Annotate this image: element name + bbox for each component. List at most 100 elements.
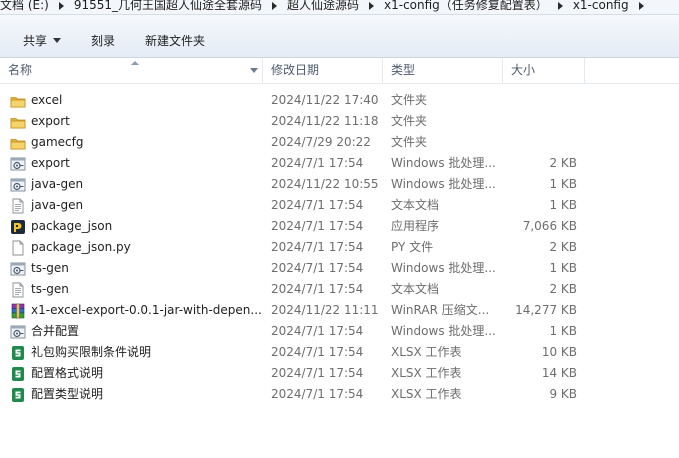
file-type: PY 文件: [391, 240, 434, 254]
file-type: 文件夹: [391, 135, 428, 149]
column-header-date-label: 修改日期: [271, 63, 320, 77]
file-row[interactable]: 配置格式说明 2024/7/1 17:54 XLSX 工作表 14 KB: [0, 363, 679, 384]
folder-icon: [10, 135, 26, 151]
file-date: 2024/7/29 20:22: [271, 135, 371, 149]
breadcrumb-item-project[interactable]: 91551_几何王国超人仙途全套源码: [74, 0, 268, 14]
file-type: Windows 批处理...: [391, 177, 496, 191]
file-type: 应用程序: [391, 219, 440, 233]
file-row[interactable]: 礼包购买限制条件说明 2024/7/1 17:54 XLSX 工作表 10 KB: [0, 342, 679, 363]
file-size: 14,277 KB: [515, 303, 577, 317]
breadcrumb: 文档 (E:) 91551_几何王国超人仙途全套源码 超人仙途源码 x1-config…: [0, 0, 654, 14]
text-file-icon: [10, 198, 26, 214]
column-header-type[interactable]: 类型: [383, 58, 503, 83]
file-row[interactable]: x1-excel-export-0.0.1-jar-with-depen... …: [0, 300, 679, 321]
py-file-icon: [10, 240, 26, 256]
file-name: export: [31, 156, 70, 170]
file-size: 2 KB: [549, 282, 577, 296]
file-name: package_json: [31, 219, 113, 233]
column-header-type-label: 类型: [391, 63, 416, 77]
xlsx-file-icon: [10, 387, 26, 403]
file-name: 合并配置: [31, 324, 80, 338]
file-date: 2024/7/1 17:54: [271, 156, 364, 170]
column-header-row: 名称 修改日期 类型 大小: [0, 58, 679, 84]
command-toolbar: 共享 刻录 新建文件夹: [0, 15, 679, 58]
file-row[interactable]: ts-gen 2024/7/1 17:54 文本文档 2 KB: [0, 279, 679, 300]
column-header-name-label: 名称: [8, 63, 33, 77]
file-date: 2024/11/22 17:40: [271, 93, 379, 107]
file-type: WinRAR 压缩文...: [391, 303, 490, 317]
file-date: 2024/7/1 17:54: [271, 345, 364, 359]
file-name: 礼包购买限制条件说明: [31, 345, 152, 359]
file-name: 配置类型说明: [31, 387, 104, 401]
share-button[interactable]: 共享: [23, 15, 62, 57]
breadcrumb-item-config-parent[interactable]: x1-config（任务修复配置表）: [384, 0, 554, 14]
breadcrumb-chevron-icon[interactable]: [557, 1, 563, 10]
file-size: [505, 132, 577, 153]
folder-icon: [10, 93, 26, 109]
file-date: 2024/7/1 17:54: [271, 387, 364, 401]
file-size: 1 KB: [549, 177, 577, 191]
file-date: 2024/7/1 17:54: [271, 219, 364, 233]
file-row[interactable]: package_json 2024/7/1 17:54 应用程序 7,066 K…: [0, 216, 679, 237]
file-name: x1-excel-export-0.0.1-jar-with-depen...: [31, 303, 261, 317]
file-name: 配置格式说明: [31, 366, 104, 380]
file-name: export: [31, 114, 70, 128]
file-name: java-gen: [31, 198, 84, 212]
file-row[interactable]: java-gen 2024/7/1 17:54 文本文档 1 KB: [0, 195, 679, 216]
breadcrumb-chevron-icon[interactable]: [369, 1, 375, 10]
file-row[interactable]: package_json.py 2024/7/1 17:54 PY 文件 2 K…: [0, 237, 679, 258]
breadcrumb-item-source[interactable]: 超人仙途源码: [287, 0, 365, 14]
file-type: XLSX 工作表: [391, 366, 462, 380]
xlsx-file-icon: [10, 366, 26, 382]
file-size: 7,066 KB: [522, 219, 577, 233]
breadcrumb-chevron-icon[interactable]: [58, 1, 64, 10]
text-file-icon: [10, 282, 26, 298]
file-row[interactable]: 配置类型说明 2024/7/1 17:54 XLSX 工作表 9 KB: [0, 384, 679, 405]
file-size: 10 KB: [541, 345, 577, 359]
batch-file-icon: [10, 261, 26, 277]
file-row[interactable]: export 2024/11/22 11:18 文件夹: [0, 111, 679, 132]
file-date: 2024/7/1 17:54: [271, 261, 364, 275]
file-type: XLSX 工作表: [391, 345, 462, 359]
sort-ascending-icon: [131, 61, 139, 65]
burn-button[interactable]: 刻录: [91, 15, 115, 57]
breadcrumb-chevron-icon[interactable]: [638, 1, 644, 10]
breadcrumb-item-current[interactable]: x1-config: [573, 0, 635, 14]
file-size: 14 KB: [541, 366, 577, 380]
folder-icon: [10, 114, 26, 130]
batch-file-icon: [10, 324, 26, 340]
file-row[interactable]: ts-gen 2024/7/1 17:54 Windows 批处理... 1 K…: [0, 258, 679, 279]
file-size: [505, 90, 577, 111]
file-name: gamecfg: [31, 135, 84, 149]
application-icon: [10, 219, 26, 235]
winrar-archive-icon: [10, 303, 26, 319]
new-folder-button-label: 新建文件夹: [145, 34, 206, 48]
column-header-size-label: 大小: [511, 63, 536, 77]
file-size: 2 KB: [549, 240, 577, 254]
breadcrumb-chevron-icon[interactable]: [272, 1, 277, 10]
file-row[interactable]: 合并配置 2024/7/1 17:54 Windows 批处理... 1 KB: [0, 321, 679, 342]
chevron-down-icon[interactable]: [250, 68, 258, 73]
file-name: excel: [31, 93, 63, 107]
batch-file-icon: [10, 177, 26, 193]
file-type: XLSX 工作表: [391, 387, 462, 401]
file-row[interactable]: export 2024/7/1 17:54 Windows 批处理... 2 K…: [0, 153, 679, 174]
file-type: Windows 批处理...: [391, 156, 496, 170]
file-date: 2024/7/1 17:54: [271, 324, 364, 338]
file-type: Windows 批处理...: [391, 261, 496, 275]
file-type: 文件夹: [391, 93, 428, 107]
batch-file-icon: [10, 156, 26, 172]
new-folder-button[interactable]: 新建文件夹: [145, 15, 205, 57]
file-date: 2024/7/1 17:54: [271, 282, 364, 296]
file-type: 文件夹: [391, 114, 428, 128]
file-row[interactable]: gamecfg 2024/7/29 20:22 文件夹: [0, 132, 679, 153]
file-row[interactable]: excel 2024/11/22 17:40 文件夹: [0, 90, 679, 111]
column-header-date[interactable]: 修改日期: [263, 58, 383, 83]
file-row[interactable]: java-gen 2024/11/22 10:55 Windows 批处理...…: [0, 174, 679, 195]
column-header-size[interactable]: 大小: [503, 58, 585, 83]
file-size: 2 KB: [549, 156, 577, 170]
address-bar[interactable]: 文档 (E:) 91551_几何王国超人仙途全套源码 超人仙途源码 x1-config…: [0, 0, 679, 15]
file-date: 2024/11/22 10:55: [271, 177, 379, 191]
column-header-name[interactable]: 名称: [0, 58, 263, 83]
breadcrumb-item-drive[interactable]: 文档 (E:): [0, 0, 55, 14]
